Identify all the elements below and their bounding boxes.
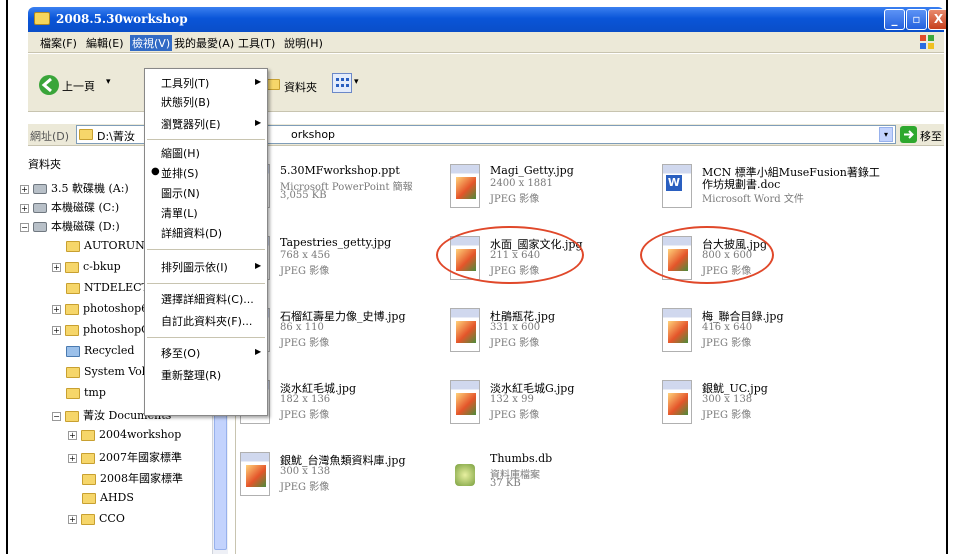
- title-bar[interactable]: 2008.5.30workshop _ ▫ X: [28, 7, 946, 32]
- tree-item[interactable]: + CCO: [68, 512, 125, 525]
- menu-separator: [147, 283, 265, 284]
- window-title: 2008.5.30workshop: [56, 12, 188, 26]
- file-item[interactable]: Thumbs.db 資料庫檔案 37 KB: [450, 452, 650, 504]
- menu-item-status-bar[interactable]: 狀態列(B): [161, 94, 210, 110]
- menu-separator: [147, 249, 265, 250]
- menu-file[interactable]: 檔案(F): [40, 35, 77, 51]
- menu-separator: [147, 139, 265, 140]
- tree-item[interactable]: − 本機磁碟 (D:): [20, 218, 120, 234]
- views-dropdown-icon[interactable]: ▾: [354, 77, 359, 87]
- menu-bar: 檔案(F) 編輯(E) 檢視(V) 我的最愛(A) 工具(T) 說明(H): [28, 32, 944, 53]
- back-button-label[interactable]: 上一頁: [62, 78, 95, 94]
- maximize-button[interactable]: ▫: [906, 9, 927, 30]
- tree-item[interactable]: System Volu: [66, 365, 152, 378]
- address-label: 網址(D): [30, 130, 70, 143]
- database-icon: [450, 452, 480, 496]
- menu-item-toolbars[interactable]: 工具列(T): [161, 75, 209, 91]
- submenu-arrow-icon: ▶: [255, 118, 262, 127]
- address-path-end: orkshop: [291, 128, 336, 141]
- file-item[interactable]: Magi_Getty.jpg 2400 x 1881 JPEG 影像: [450, 164, 650, 216]
- menu-item-explorer-bar[interactable]: 瀏覽器列(E): [161, 116, 221, 132]
- file-item[interactable]: 杜鵑瓶花.jpg 331 x 600 JPEG 影像: [450, 308, 650, 360]
- menu-view[interactable]: 檢視(V): [130, 35, 173, 51]
- menu-favorites[interactable]: 我的最愛(A): [174, 35, 234, 51]
- tree-item[interactable]: +2007年國家標準: [68, 449, 182, 465]
- views-icon[interactable]: [332, 73, 352, 93]
- tree-item[interactable]: + 本機磁碟 (C:): [20, 199, 119, 215]
- menu-tools[interactable]: 工具(T): [238, 35, 275, 51]
- file-item[interactable]: 淡水紅毛城.jpg 182 x 136 JPEG 影像: [240, 380, 440, 432]
- go-arrow-icon[interactable]: [900, 126, 917, 143]
- windows-logo-icon: [920, 35, 934, 49]
- tree-item[interactable]: Recycled: [66, 344, 134, 357]
- tree-item[interactable]: + photoshopCS: [52, 323, 157, 336]
- tree-item[interactable]: AUTORUN.I: [66, 239, 152, 252]
- folders-icon: [266, 79, 280, 90]
- file-item[interactable]: 5.30MFworkshop.ppt Microsoft PowerPoint …: [240, 164, 440, 216]
- menu-item-customize-folder[interactable]: 自訂此資料夾(F)...: [161, 313, 252, 329]
- menu-help[interactable]: 說明(H): [284, 35, 323, 51]
- highlight-ring: [640, 226, 774, 284]
- tree-item[interactable]: NTDELECT: [66, 281, 149, 294]
- menu-edit[interactable]: 編輯(E): [86, 35, 124, 51]
- tree-item[interactable]: + c-bkup: [52, 260, 121, 273]
- highlight-ring: [436, 226, 584, 284]
- jpeg-icon: [662, 380, 692, 424]
- address-path: D:\菁汝: [97, 130, 135, 143]
- menu-item-tiles[interactable]: 並排(S): [161, 165, 199, 181]
- file-item[interactable]: 淡水紅毛城G.jpg 132 x 99 JPEG 影像: [450, 380, 650, 432]
- folders-pane-title: 資料夾: [28, 158, 61, 171]
- file-item[interactable]: 梅_聯合目錄.jpg 416 x 640 JPEG 影像: [662, 308, 862, 360]
- file-item[interactable]: Tapestries_getty.jpg 768 x 456 JPEG 影像: [240, 236, 440, 288]
- file-item[interactable]: 石榴紅壽星力像_史博.jpg 86 x 110 JPEG 影像: [240, 308, 440, 360]
- selected-bullet-icon: ●: [151, 166, 160, 177]
- tree-item[interactable]: +3.5 軟碟機 (A:): [20, 180, 129, 196]
- menu-item-list[interactable]: 清單(L): [161, 205, 198, 221]
- menu-separator: [147, 337, 265, 338]
- submenu-arrow-icon: ▶: [255, 77, 262, 86]
- address-dropdown-icon[interactable]: ▾: [879, 127, 893, 142]
- tree-item[interactable]: +2004workshop: [68, 428, 181, 441]
- jpeg-icon: [450, 380, 480, 424]
- jpeg-icon: [662, 308, 692, 352]
- back-arrow-icon[interactable]: [38, 74, 60, 96]
- folder-icon: [79, 129, 93, 140]
- submenu-arrow-icon: ▶: [255, 347, 262, 356]
- file-item[interactable]: 銀魷_台灣魚類資料庫.jpg 300 x 138 JPEG 影像: [240, 452, 440, 504]
- go-button[interactable]: 移至: [920, 128, 942, 144]
- menu-item-icons[interactable]: 圖示(N): [161, 185, 200, 201]
- menu-item-thumbnails[interactable]: 縮圖(H): [161, 145, 200, 161]
- tree-item[interactable]: + photoshop6.(: [52, 302, 156, 315]
- back-dropdown-icon[interactable]: ▾: [106, 77, 111, 87]
- menu-item-details[interactable]: 詳細資料(D): [161, 225, 222, 241]
- word-icon: W: [662, 164, 692, 208]
- tree-item[interactable]: tmp: [66, 386, 106, 399]
- submenu-arrow-icon: ▶: [255, 261, 262, 270]
- view-menu-dropdown: 工具列(T) ▶ 狀態列(B) 瀏覽器列(E) ▶ 縮圖(H) ● 並排(S) …: [144, 68, 268, 416]
- menu-item-refresh[interactable]: 重新整理(R): [161, 367, 221, 383]
- menu-item-go-to[interactable]: 移至(O): [161, 345, 200, 361]
- jpeg-icon: [450, 308, 480, 352]
- menu-item-arrange-icons[interactable]: 排列圖示依(I): [161, 259, 228, 275]
- folder-icon: [34, 12, 50, 25]
- jpeg-icon: [240, 452, 270, 496]
- folders-button[interactable]: 資料夾: [284, 79, 317, 95]
- menu-item-choose-details[interactable]: 選擇詳細資料(C)...: [161, 291, 254, 307]
- minimize-button[interactable]: _: [884, 9, 905, 30]
- file-item[interactable]: W MCN 標準小組MuseFusion著錄工 作坊規劃書.doc Micros…: [662, 164, 902, 216]
- jpeg-icon: [450, 164, 480, 208]
- tree-item[interactable]: AHDS: [82, 491, 134, 504]
- explorer-window: 2008.5.30workshop _ ▫ X 檔案(F) 編輯(E) 檢視(V…: [6, 0, 948, 554]
- tree-item[interactable]: 2008年國家標準: [82, 470, 183, 486]
- close-button[interactable]: X: [928, 9, 946, 30]
- file-item[interactable]: 銀魷_UC.jpg 300 x 138 JPEG 影像: [662, 380, 862, 432]
